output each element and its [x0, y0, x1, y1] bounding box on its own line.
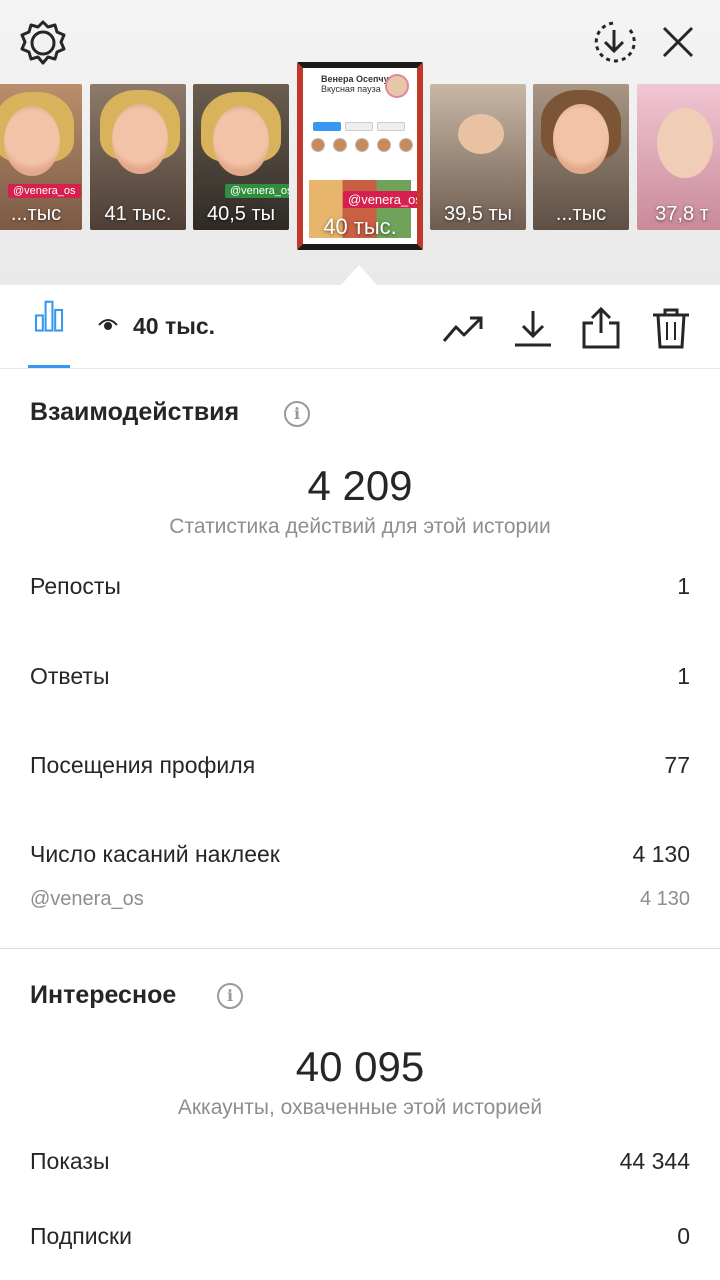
active-tab-indicator — [28, 365, 70, 368]
stat-value: 4 130 — [632, 841, 690, 867]
download-icon[interactable] — [512, 307, 554, 349]
highlight-circle — [377, 138, 391, 152]
story-thumbnail[interactable]: 41 тыс. — [90, 84, 186, 230]
stat-label: Показы — [30, 1148, 110, 1174]
story-views: 40 тыс. — [323, 214, 397, 239]
stat-label: Число касаний наклеек — [30, 841, 280, 867]
story-views: ...тыс — [10, 203, 62, 225]
sticker-taps: 4 130 — [639, 888, 690, 910]
highlight-circle — [399, 138, 413, 152]
stat-label: Ответы — [30, 663, 110, 689]
section-title: Взаимодействия — [30, 398, 240, 426]
trash-icon[interactable] — [650, 307, 692, 349]
section-divider — [0, 948, 720, 949]
story-header: @venera_os ...тыс 41 тыс. @venera_os 40,… — [0, 0, 720, 285]
stat-label: Репосты — [30, 573, 121, 599]
settings-icon[interactable] — [18, 18, 68, 68]
highlight-circle — [311, 138, 325, 152]
follow-button-mini — [313, 122, 341, 131]
bar-chart-icon[interactable] — [28, 299, 70, 347]
sticker-tag: @venera_os — [8, 184, 81, 198]
message-button-mini — [345, 122, 373, 131]
story-views: 41 тыс. — [104, 203, 172, 225]
stat-value: 77 — [664, 752, 690, 778]
stat-label: Подписки — [30, 1223, 132, 1249]
stat-value: 0 — [677, 1223, 690, 1249]
interactions-caption: Статистика действий для этой истории — [169, 515, 551, 538]
avatar — [385, 74, 409, 98]
story-thumbnail-strip[interactable]: @venera_os ...тыс 41 тыс. @venera_os 40,… — [0, 62, 720, 252]
story-views: 37,8 т — [655, 203, 709, 225]
stat-label: Посещения профиля — [30, 752, 256, 778]
story-thumbnail[interactable]: @venera_os ...тыс — [0, 84, 82, 230]
selected-story-pointer — [341, 265, 377, 285]
info-icon[interactable]: i — [217, 983, 243, 1009]
story-thumbnail[interactable]: 39,5 ты — [430, 84, 526, 230]
share-icon[interactable] — [580, 307, 622, 349]
interactions-total: 4 209 — [307, 462, 413, 509]
email-button-mini — [377, 122, 405, 131]
story-views: 40,5 ты — [206, 203, 276, 225]
sticker-tag: @venera_os — [343, 191, 417, 208]
sticker-username: @venera_os — [30, 888, 144, 910]
highlight-circle — [355, 138, 369, 152]
story-thumbnail[interactable]: @venera_os 40,5 ты — [193, 84, 289, 230]
info-icon[interactable]: i — [284, 401, 310, 427]
story-views: ...тыс — [555, 203, 607, 225]
reach-caption: Аккаунты, охваченные этой историей — [177, 1096, 543, 1119]
stats-toolbar: 40 тыс. — [0, 285, 720, 369]
story-thumbnail-active[interactable]: Венера Осепчук Вкусная пауза @venera_os … — [297, 62, 423, 250]
reach-total: 40 095 — [295, 1043, 425, 1090]
stat-value: 44 344 — [619, 1148, 690, 1174]
highlight-circle — [333, 138, 347, 152]
trending-icon[interactable] — [442, 307, 484, 349]
story-views: 39,5 ты — [443, 203, 513, 225]
stat-value: 1 — [677, 663, 690, 689]
stat-value: 1 — [677, 573, 690, 599]
eye-icon — [98, 319, 118, 330]
views-count: 40 тыс. — [133, 313, 216, 339]
section-title: Интересное — [30, 981, 177, 1009]
story-thumbnail[interactable]: 37,8 т — [637, 84, 720, 230]
sticker-tag: @venera_os — [225, 184, 289, 198]
download-circle-icon[interactable] — [590, 18, 638, 66]
story-thumbnail[interactable]: ...тыс — [533, 84, 629, 230]
close-icon[interactable] — [656, 20, 700, 64]
